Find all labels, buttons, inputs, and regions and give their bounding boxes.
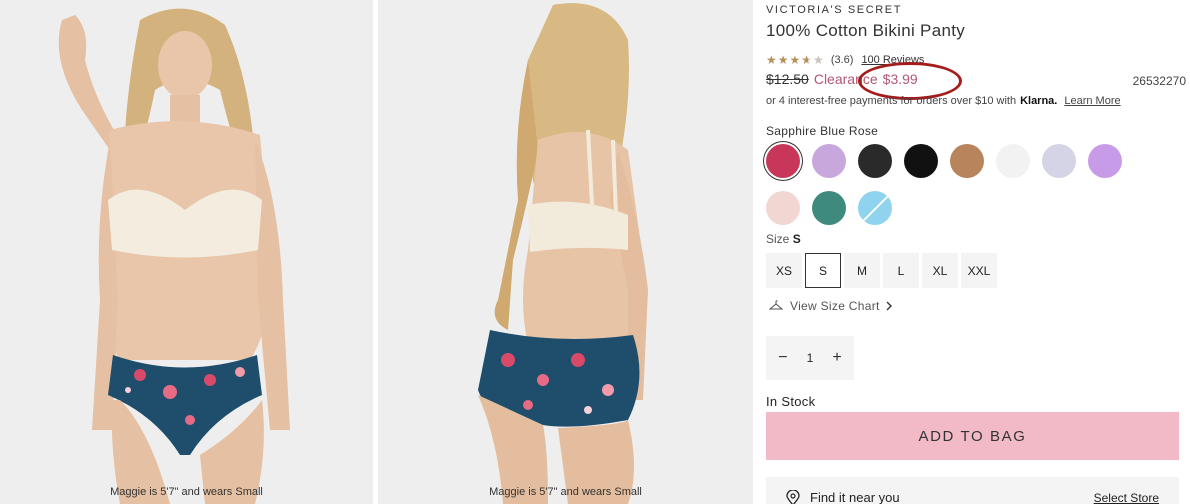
decrease-quantity-button[interactable]: − xyxy=(773,349,793,367)
star-rating-icon: ★★★★ ★ ★ xyxy=(766,53,825,67)
image-caption: Maggie is 5'7" and wears Small xyxy=(489,486,642,498)
selected-size: S xyxy=(792,232,801,246)
chevron-right-icon xyxy=(886,301,892,311)
color-swatch-purple[interactable] xyxy=(1088,144,1122,178)
product-title: 100% Cotton Bikini Panty xyxy=(766,21,966,40)
size-option-l[interactable]: L xyxy=(883,253,919,288)
color-swatch-teal[interactable] xyxy=(812,191,846,225)
product-sku: 26532270 xyxy=(1132,74,1186,88)
size-option-s[interactable]: S xyxy=(805,253,841,288)
size-chart-link[interactable]: View Size Chart xyxy=(769,299,892,313)
color-swatch-white[interactable] xyxy=(996,144,1030,178)
size-option-m[interactable]: M xyxy=(844,253,880,288)
model-front-illustration xyxy=(0,0,373,504)
quantity-stepper: − 1 + xyxy=(766,336,854,380)
size-label: Size xyxy=(766,232,790,246)
color-swatch-lilac[interactable] xyxy=(812,144,846,178)
image-caption: Maggie is 5'7" and wears Small xyxy=(110,486,263,498)
color-swatch-lavender-heather[interactable] xyxy=(1042,144,1076,178)
brand-name: VICTORIA'S SECRET xyxy=(766,4,903,16)
color-swatches xyxy=(766,144,1146,225)
product-image-front[interactable]: Maggie is 5'7" and wears Small xyxy=(0,0,373,504)
stock-status: In Stock xyxy=(766,394,816,409)
size-options: XS S M L XL XXL xyxy=(766,253,997,288)
increase-quantity-button[interactable]: + xyxy=(827,349,847,367)
select-store-link[interactable]: Select Store xyxy=(1094,491,1159,504)
size-label-row: Size S xyxy=(766,232,801,246)
color-swatch-leopard[interactable] xyxy=(950,144,984,178)
size-option-xs[interactable]: XS xyxy=(766,253,802,288)
klarna-row: or 4 interest-free payments for orders o… xyxy=(766,95,1121,107)
find-store-label: Find it near you xyxy=(810,490,900,504)
original-price: $12.50 xyxy=(766,71,809,87)
learn-more-link[interactable]: Learn More xyxy=(1064,95,1120,107)
color-swatch-blush-stripe[interactable] xyxy=(766,191,800,225)
klarna-logo: Klarna. xyxy=(1020,95,1058,107)
klarna-text: or 4 interest-free payments for orders o… xyxy=(766,95,1017,107)
hanger-icon xyxy=(769,300,783,310)
size-chart-label: View Size Chart xyxy=(790,299,880,313)
size-option-xl[interactable]: XL xyxy=(922,253,958,288)
product-details-panel: VICTORIA'S SECRET 100% Cotton Bikini Pan… xyxy=(766,0,1186,504)
color-swatch-sapphire-blue-rose[interactable] xyxy=(766,144,800,178)
model-back-illustration xyxy=(378,0,753,504)
color-swatch-black[interactable] xyxy=(904,144,938,178)
rating-value: (3.6) xyxy=(830,54,854,66)
location-pin-icon xyxy=(786,490,800,504)
add-to-bag-button[interactable]: ADD TO BAG xyxy=(766,412,1179,460)
unavailable-slash xyxy=(861,193,891,223)
color-swatch-sky-blue[interactable] xyxy=(858,191,892,225)
find-store-row: Find it near you Select Store xyxy=(766,477,1179,504)
color-swatch-black-script-print[interactable] xyxy=(858,144,892,178)
size-option-xxl[interactable]: XXL xyxy=(961,253,997,288)
selected-color-name: Sapphire Blue Rose xyxy=(766,124,879,138)
quantity-value[interactable]: 1 xyxy=(807,351,814,365)
product-image-back[interactable]: Maggie is 5'7" and wears Small xyxy=(378,0,753,504)
